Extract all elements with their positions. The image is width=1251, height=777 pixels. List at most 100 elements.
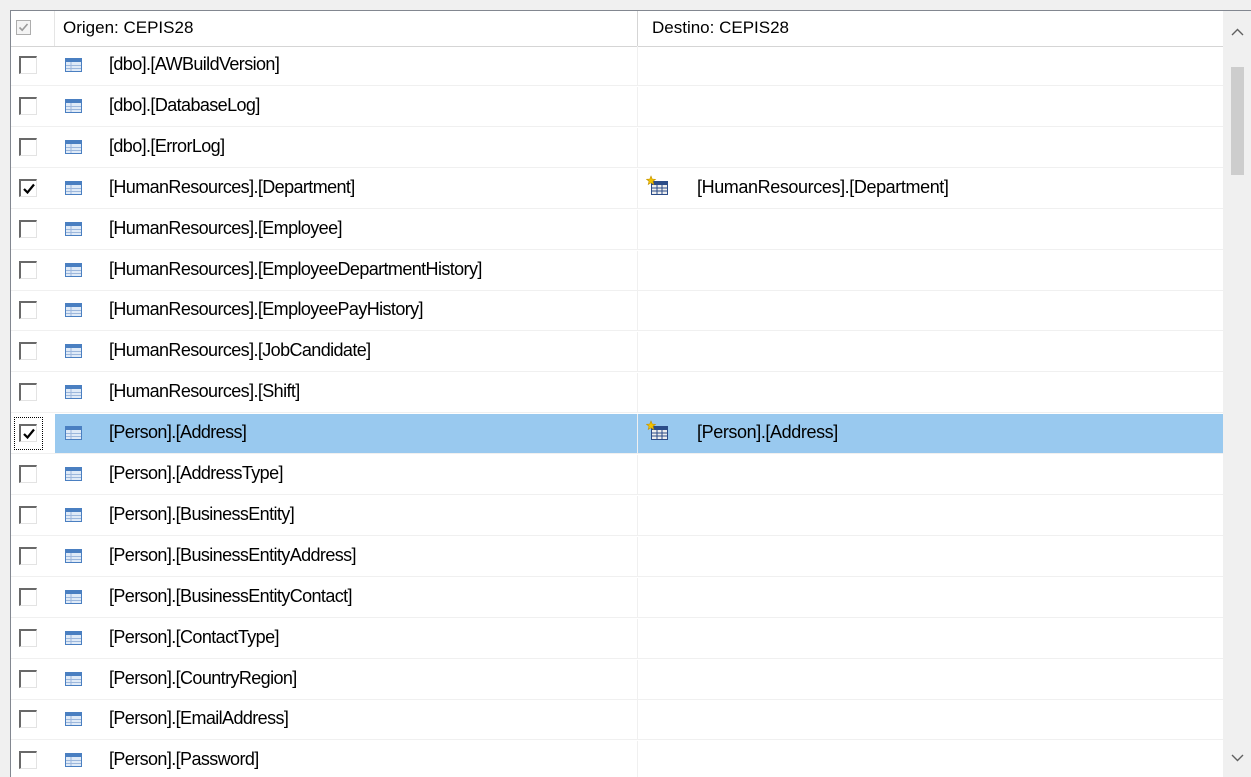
- source-cell[interactable]: [Person].[BusinessEntityContact]: [55, 578, 637, 617]
- row-checkbox[interactable]: [19, 342, 37, 361]
- table-icon: [65, 98, 82, 113]
- table-row[interactable]: [Person].[BusinessEntity]: [11, 495, 1223, 536]
- table-row[interactable]: [Person].[ContactType]: [11, 618, 1223, 659]
- header-divider: [54, 11, 55, 46]
- destination-cell[interactable]: [Person].[Address]: [638, 414, 1223, 454]
- destination-cell[interactable]: [638, 46, 1223, 85]
- check-icon: [18, 23, 29, 32]
- table-icon: [65, 711, 82, 727]
- source-cell[interactable]: [dbo].[AWBuildVersion]: [55, 46, 637, 85]
- destination-cell[interactable]: [638, 251, 1223, 290]
- destination-cell[interactable]: [638, 291, 1223, 330]
- source-cell[interactable]: [Person].[BusinessEntityAddress]: [55, 537, 637, 576]
- source-table-name: [Person].[EmailAddress]: [109, 708, 289, 729]
- source-cell[interactable]: [Person].[BusinessEntity]: [55, 496, 637, 535]
- destination-cell[interactable]: [638, 619, 1223, 658]
- vertical-scrollbar[interactable]: [1223, 11, 1251, 777]
- destination-cell[interactable]: [638, 128, 1223, 167]
- source-cell[interactable]: [HumanResources].[Employee]: [55, 210, 637, 249]
- destination-cell[interactable]: [638, 741, 1223, 777]
- table-row[interactable]: [dbo].[DatabaseLog]: [11, 86, 1223, 127]
- table-row[interactable]: [HumanResources].[JobCandidate]: [11, 332, 1223, 373]
- table-row[interactable]: [Person].[BusinessEntityContact]: [11, 577, 1223, 618]
- source-table-name: [Person].[Password]: [109, 749, 259, 770]
- table-row[interactable]: [Person].[EmailAddress]: [11, 700, 1223, 741]
- scroll-down-button[interactable]: [1223, 741, 1251, 777]
- source-table-name: [HumanResources].[EmployeePayHistory]: [109, 299, 424, 320]
- row-checkbox[interactable]: [19, 301, 37, 320]
- destination-cell[interactable]: [638, 578, 1223, 617]
- destination-cell[interactable]: [638, 496, 1223, 535]
- table-row[interactable]: [HumanResources].[EmployeeDepartmentHist…: [11, 250, 1223, 291]
- table-icon: [65, 671, 82, 686]
- row-checkbox[interactable]: [19, 465, 37, 483]
- source-table-name: [dbo].[AWBuildVersion]: [109, 54, 280, 74]
- table-mapping-grid[interactable]: Origen: CEPIS28 Destino: CEPIS28 [dbo].[…: [10, 10, 1251, 777]
- row-checkbox[interactable]: [19, 96, 37, 115]
- source-cell[interactable]: [HumanResources].[JobCandidate]: [55, 332, 637, 371]
- row-checkbox[interactable]: [19, 219, 37, 238]
- source-table-name: [Person].[BusinessEntityAddress]: [109, 544, 357, 565]
- destination-cell[interactable]: [638, 373, 1223, 412]
- source-cell[interactable]: [HumanResources].[EmployeeDepartmentHist…: [55, 251, 637, 290]
- table-row[interactable]: [dbo].[AWBuildVersion]: [11, 46, 1223, 86]
- table-row[interactable]: [Person].[AddressType]: [11, 455, 1223, 495]
- source-cell[interactable]: [HumanResources].[Shift]: [55, 373, 637, 412]
- source-cell[interactable]: [Person].[Password]: [55, 741, 637, 777]
- table-row[interactable]: [Person].[CountryRegion]: [11, 659, 1223, 700]
- row-checkbox[interactable]: [19, 628, 37, 647]
- scroll-up-button[interactable]: [1223, 11, 1251, 47]
- source-table-name: [Person].[CountryRegion]: [109, 667, 297, 688]
- table-row[interactable]: [HumanResources].[EmployeePayHistory]: [11, 291, 1223, 332]
- source-cell[interactable]: [HumanResources].[EmployeePayHistory]: [55, 291, 637, 330]
- source-cell[interactable]: [Person].[AddressType]: [55, 455, 637, 494]
- source-cell[interactable]: [dbo].[ErrorLog]: [55, 128, 637, 167]
- scrollbar-thumb[interactable]: [1231, 67, 1244, 175]
- source-table-name: [HumanResources].[EmployeeDepartmentHist…: [109, 258, 482, 279]
- table-icon: [65, 302, 82, 318]
- source-cell[interactable]: [HumanResources].[Department]: [55, 169, 637, 208]
- table-icon: [65, 630, 82, 645]
- select-all-checkbox[interactable]: [16, 20, 31, 35]
- source-table-name: [dbo].[DatabaseLog]: [109, 94, 260, 115]
- destination-cell[interactable]: [HumanResources].[Department]: [638, 169, 1223, 208]
- table-icon: [65, 589, 82, 604]
- row-checkbox[interactable]: [19, 710, 37, 729]
- source-cell[interactable]: [dbo].[DatabaseLog]: [55, 87, 637, 126]
- row-checkbox[interactable]: [19, 669, 37, 688]
- header-divider: [637, 11, 638, 46]
- table-row[interactable]: [HumanResources].[Shift]: [11, 373, 1223, 414]
- row-checkbox[interactable]: [19, 587, 37, 606]
- row-checkbox[interactable]: [19, 383, 37, 402]
- row-checkbox[interactable]: [19, 56, 37, 74]
- source-cell[interactable]: [Person].[EmailAddress]: [55, 700, 637, 739]
- table-row[interactable]: [Person].[Password]: [11, 741, 1223, 777]
- row-checkbox[interactable]: [19, 178, 37, 197]
- destination-cell[interactable]: [638, 700, 1223, 739]
- destination-cell[interactable]: [638, 455, 1223, 494]
- destination-cell[interactable]: [638, 87, 1223, 126]
- source-table-name: [Person].[ContactType]: [109, 626, 280, 647]
- table-row[interactable]: [Person].[Address] [Person].[Address]: [11, 414, 1223, 455]
- row-checkbox[interactable]: [19, 546, 37, 565]
- destination-cell[interactable]: [638, 537, 1223, 576]
- source-cell[interactable]: [Person].[ContactType]: [55, 619, 637, 658]
- table-row[interactable]: [HumanResources].[Department] [HumanResou…: [11, 168, 1223, 209]
- source-table-name: [HumanResources].[Employee]: [109, 217, 343, 238]
- row-checkbox[interactable]: [19, 137, 37, 156]
- table-row[interactable]: [Person].[BusinessEntityAddress]: [11, 536, 1223, 577]
- destination-cell[interactable]: [638, 660, 1223, 699]
- table-row[interactable]: [HumanResources].[Employee]: [11, 209, 1223, 250]
- row-checkbox[interactable]: [19, 505, 37, 524]
- source-cell[interactable]: [Person].[CountryRegion]: [55, 660, 637, 699]
- grid-header: Origen: CEPIS28 Destino: CEPIS28: [11, 11, 1223, 47]
- row-checkbox[interactable]: [19, 751, 37, 770]
- destination-cell[interactable]: [638, 210, 1223, 249]
- source-column-header[interactable]: Origen: CEPIS28: [63, 18, 193, 38]
- row-checkbox[interactable]: [19, 260, 37, 279]
- destination-cell[interactable]: [638, 332, 1223, 371]
- destination-column-header[interactable]: Destino: CEPIS28: [652, 18, 789, 38]
- source-cell[interactable]: [Person].[Address]: [55, 414, 637, 454]
- table-row[interactable]: [dbo].[ErrorLog]: [11, 127, 1223, 168]
- table-icon: [65, 343, 82, 359]
